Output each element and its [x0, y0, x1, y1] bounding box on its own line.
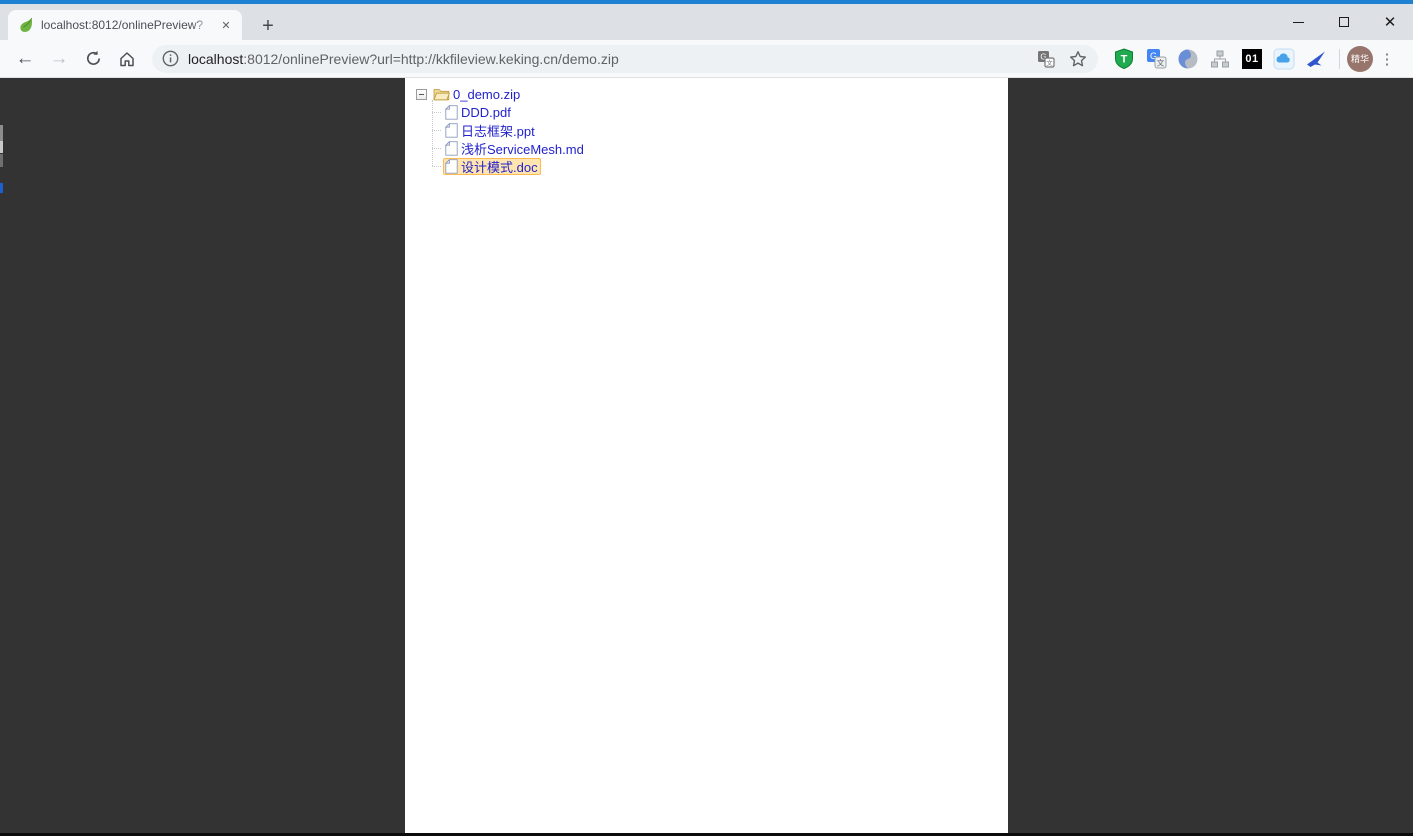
address-bar[interactable]: localhost:8012/onlinePreview?url=http://…: [152, 45, 1098, 73]
screen-edge-artifact: [0, 183, 3, 193]
back-icon[interactable]: ←: [10, 44, 40, 74]
reload-icon[interactable]: [78, 44, 108, 74]
translate-page-icon[interactable]: G 文: [1036, 49, 1056, 69]
url-text[interactable]: localhost:8012/onlinePreview?url=http://…: [188, 51, 1024, 67]
file-tree: 0_demo.zip DDD.pdf: [416, 85, 1008, 175]
tree-file-link[interactable]: 日志框架.ppt: [443, 122, 538, 139]
file-icon: [445, 105, 458, 120]
page-info-icon[interactable]: [162, 50, 179, 67]
profile-avatar[interactable]: 精华: [1347, 46, 1373, 72]
file-icon: [445, 159, 458, 174]
browser-menu-icon[interactable]: ⋮: [1375, 45, 1399, 73]
sitemap-extension-icon[interactable]: [1206, 45, 1234, 73]
zero-one-extension-icon[interactable]: 01: [1238, 45, 1266, 73]
file-icon: [445, 123, 458, 138]
tree-file-node: 日志框架.ppt: [432, 121, 1008, 139]
tree-file-node: DDD.pdf: [432, 103, 1008, 121]
tab-title-fade: [192, 17, 214, 33]
google-translate-extension-icon[interactable]: G 文: [1142, 45, 1170, 73]
tab-bar: localhost:8012/onlinePreview? ✕ + ✕: [0, 4, 1413, 40]
screen-edge-artifact: [0, 125, 3, 141]
page-content: 0_demo.zip DDD.pdf: [0, 78, 1413, 833]
tree-file-node: 浅析ServiceMesh.md: [432, 139, 1008, 157]
tree-file-link-selected[interactable]: 设计模式.doc: [443, 158, 541, 175]
home-icon[interactable]: [112, 44, 142, 74]
file-label: 浅析ServiceMesh.md: [461, 139, 584, 158]
svg-text:文: 文: [1156, 57, 1164, 67]
minimize-button[interactable]: [1275, 4, 1321, 40]
window-controls: ✕: [1275, 4, 1413, 40]
cloud-extension-icon[interactable]: [1270, 45, 1298, 73]
maximize-button[interactable]: [1321, 4, 1367, 40]
toolbar-separator: [1339, 49, 1340, 69]
screen-edge-artifact: [0, 154, 3, 167]
screen-edge-artifact: [0, 141, 3, 153]
swirl-extension-icon[interactable]: [1174, 45, 1202, 73]
tree-file-link[interactable]: DDD.pdf: [443, 104, 514, 121]
tab-close-icon[interactable]: ✕: [218, 17, 234, 33]
bookmark-star-icon[interactable]: [1068, 49, 1088, 69]
folder-open-icon: [433, 87, 450, 101]
new-tab-button[interactable]: +: [254, 12, 282, 40]
forward-icon: →: [44, 44, 74, 74]
window-close-button[interactable]: ✕: [1367, 4, 1413, 40]
bird-extension-icon[interactable]: [1302, 45, 1330, 73]
extensions-row: T G 文: [1108, 45, 1332, 73]
tree-file-link[interactable]: 浅析ServiceMesh.md: [443, 140, 587, 157]
tree-children: DDD.pdf 日志框架.ppt: [432, 103, 1008, 175]
browser-toolbar: ← → localhost:8012/onlinePreview?url=htt…: [0, 40, 1413, 78]
browser-window: localhost:8012/onlinePreview? ✕ + ✕ ← → …: [0, 0, 1413, 836]
root-label: 0_demo.zip: [453, 87, 520, 102]
tree-root-link[interactable]: 0_demo.zip: [431, 86, 523, 103]
svg-text:文: 文: [1046, 58, 1053, 67]
file-icon: [445, 141, 458, 156]
tab-title: localhost:8012/onlinePreview?: [41, 17, 214, 33]
tree-file-node-selected: 设计模式.doc: [432, 157, 1008, 175]
browser-tab[interactable]: localhost:8012/onlinePreview? ✕: [8, 10, 242, 40]
zip-preview-panel: 0_demo.zip DDD.pdf: [405, 78, 1008, 833]
svg-text:T: T: [1121, 53, 1128, 65]
spring-leaf-favicon: [18, 17, 34, 33]
collapse-icon[interactable]: [416, 89, 427, 100]
file-label: DDD.pdf: [461, 105, 511, 120]
tree-root-node: 0_demo.zip: [416, 85, 1008, 103]
shield-t-extension-icon[interactable]: T: [1110, 45, 1138, 73]
file-label: 日志框架.ppt: [461, 121, 535, 140]
file-label: 设计模式.doc: [461, 157, 538, 176]
